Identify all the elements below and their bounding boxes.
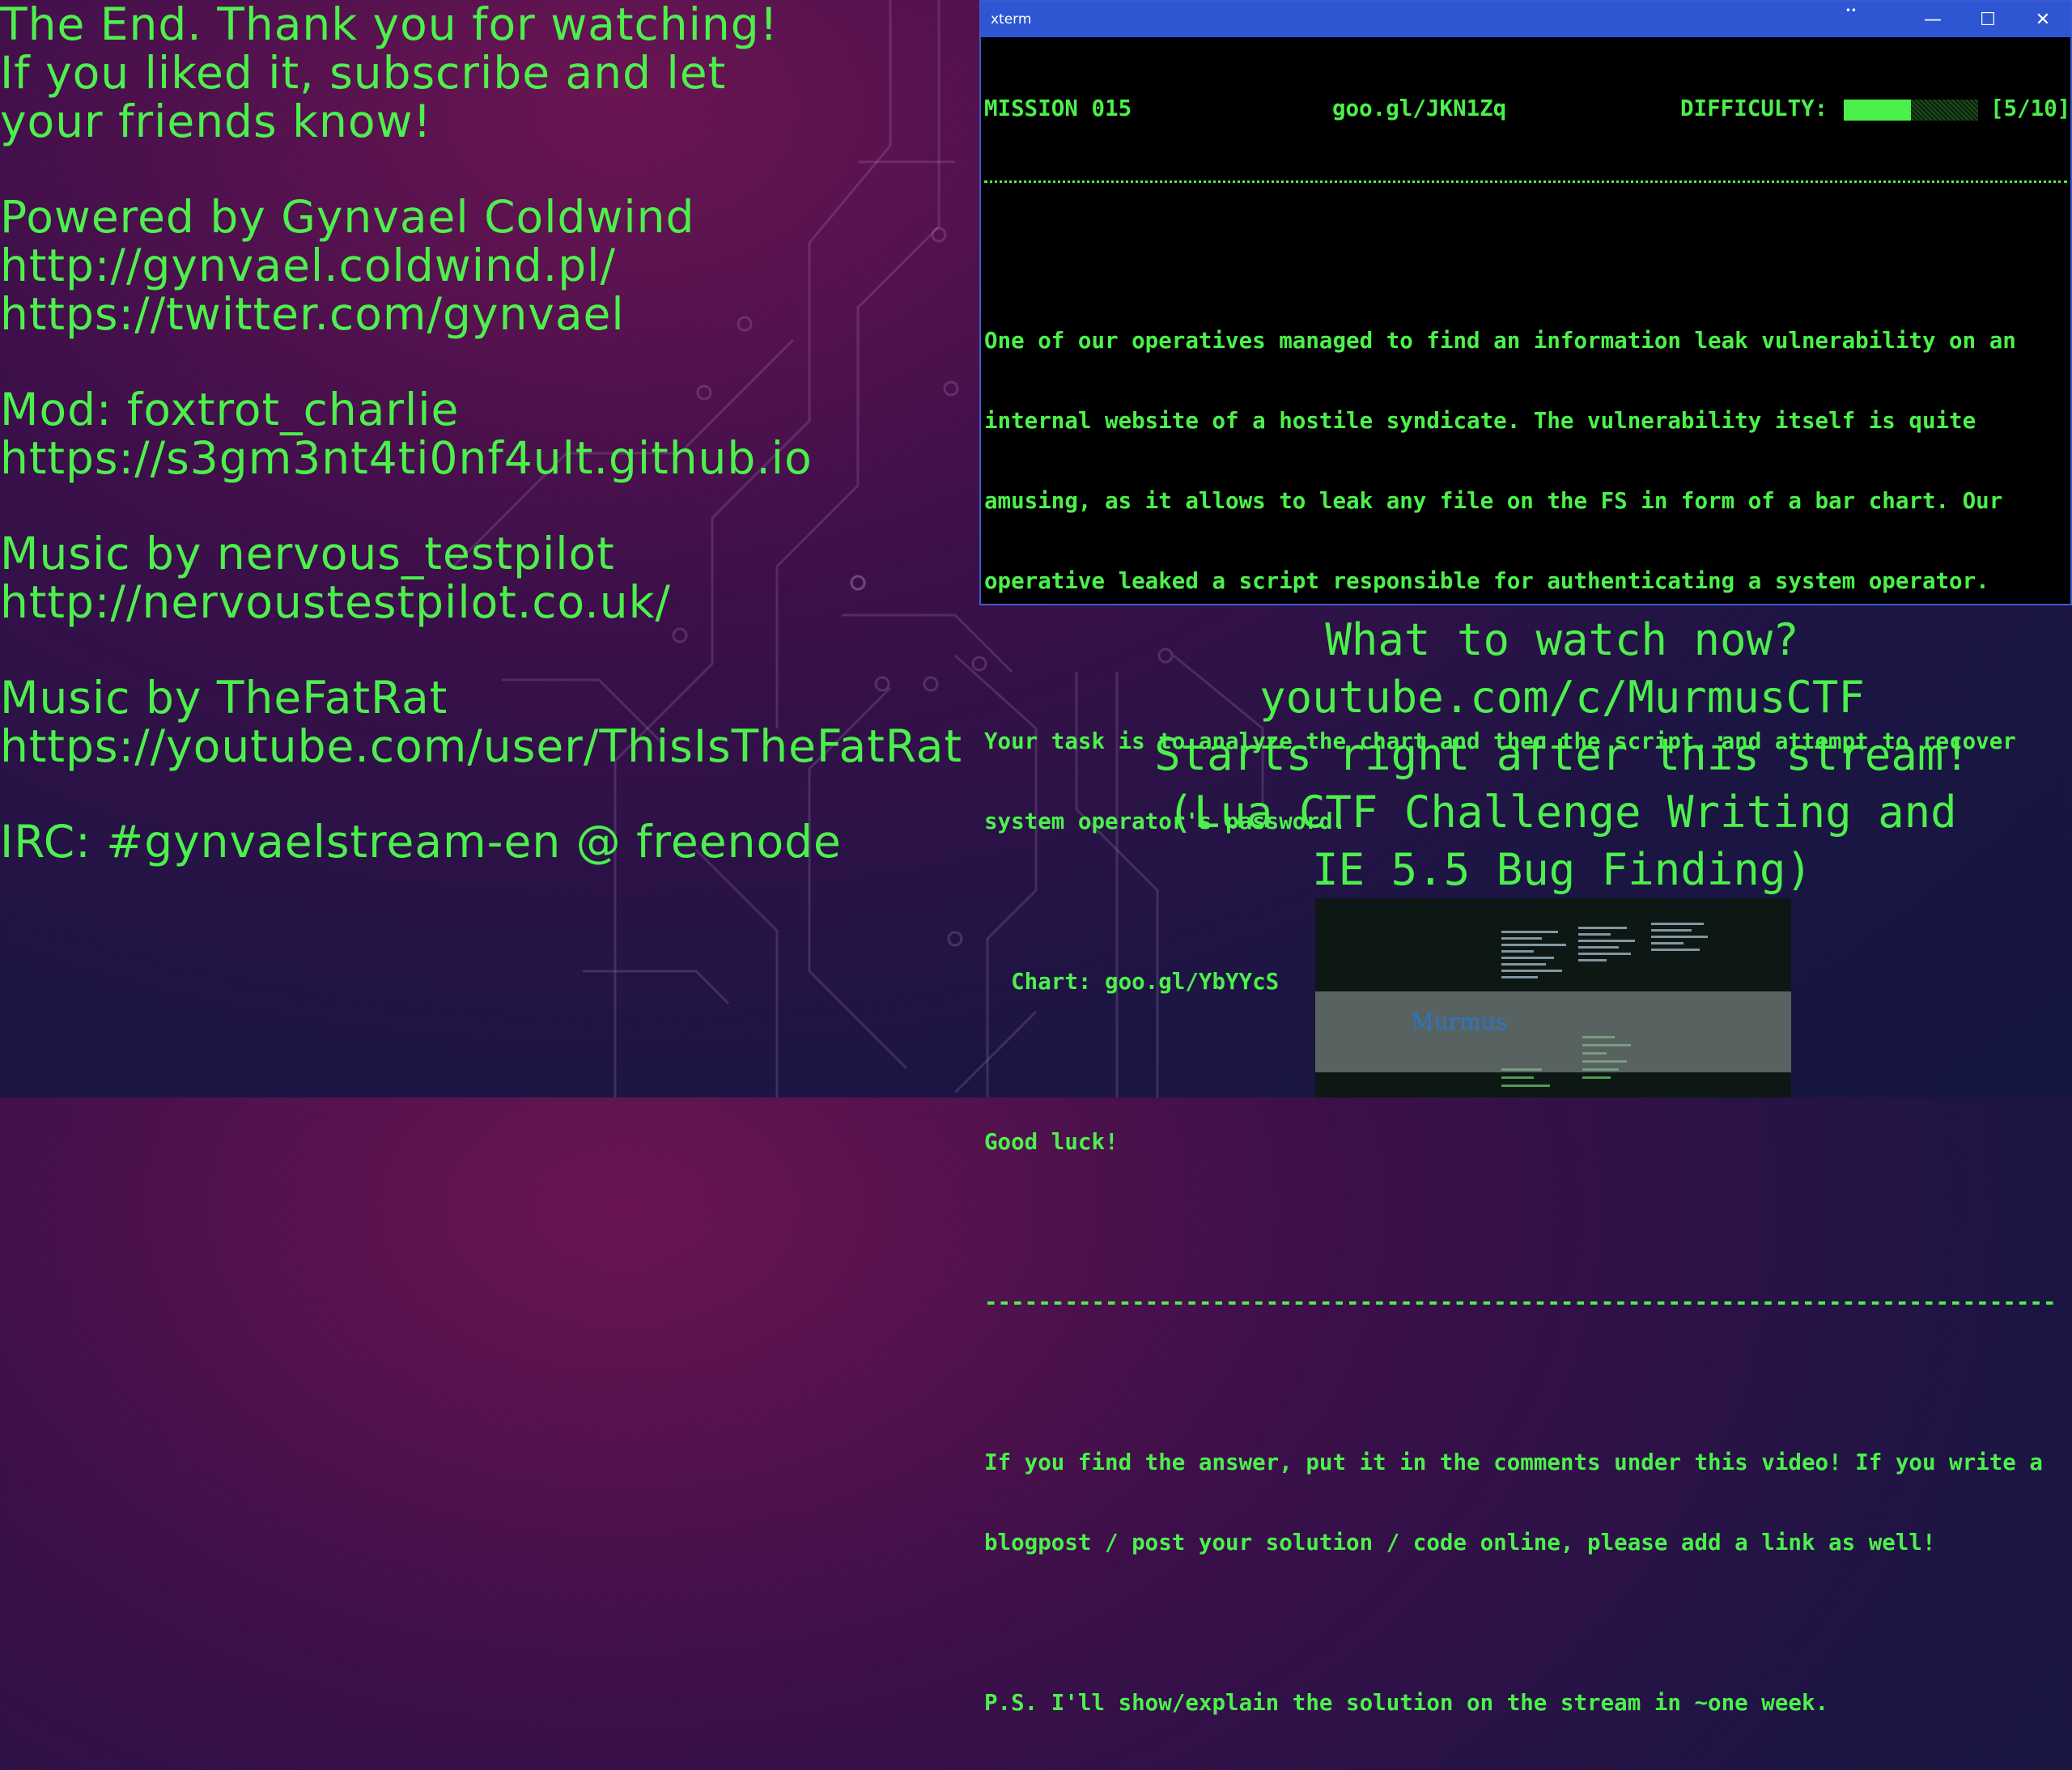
video-thumbnail[interactable]: Murmus	[1315, 898, 1791, 1097]
difficulty-value: [5/10]	[1990, 96, 2071, 121]
credits-link[interactable]: https://twitter.com/gynvael	[0, 290, 987, 338]
promo-text: What to watch now? youtube.com/c/MurmusC…	[1117, 611, 2007, 898]
maximize-button[interactable]: ☐	[1960, 2, 2015, 37]
credits-link[interactable]: https://s3gm3nt4ti0nf4ult.github.io	[0, 434, 987, 482]
credits-link[interactable]: http://nervoustestpilot.co.uk/	[0, 578, 987, 626]
body-line: amusing, as it allows to leak any file o…	[984, 488, 2003, 514]
promo-link[interactable]: youtube.com/c/MurmusCTF	[1117, 669, 2007, 726]
promo-line: IE 5.5 Bug Finding)	[1312, 844, 1812, 895]
credits-link[interactable]: http://gynvael.coldwind.pl/	[0, 241, 987, 290]
difficulty-bar	[1844, 100, 1978, 121]
window-titlebar[interactable]: xterm •• — ☐ ✕	[981, 2, 2070, 37]
credits-line: Music by TheFatRat	[0, 672, 448, 724]
mission-header: MISSION 015 goo.gl/JKN1Zq DIFFICULTY: [5…	[984, 96, 2071, 122]
footer-line	[984, 1369, 2067, 1396]
drag-handle-icon: ••	[1845, 5, 1857, 16]
credits-line: The End. Thank you for watching!	[0, 0, 779, 50]
body-line	[984, 1209, 2067, 1236]
close-button[interactable]: ✕	[2015, 2, 2070, 37]
footer-line: P.S. I'll show/explain the solution on t…	[984, 1690, 1829, 1716]
footer-line: If you find the answer, put it in the co…	[984, 1450, 2043, 1475]
section-separator: ----------------------------------------…	[984, 1289, 2057, 1315]
window-title: xterm	[991, 11, 1032, 28]
body-line: Good luck!	[984, 1129, 1119, 1155]
promo-line: (Lua CTF Challenge Writing and	[1167, 787, 1957, 838]
credits-line: IRC: #gynvaelstream-en @ freenode	[0, 816, 842, 868]
credits-line: Music by nervous_testpilot	[0, 528, 615, 579]
mission-number: MISSION 015	[984, 96, 1132, 121]
credits-line: Mod: foxtrot_charlie	[0, 384, 460, 435]
body-line: operative leaked a script responsible fo…	[984, 568, 1989, 594]
credits-link[interactable]: https://youtube.com/user/ThisIsTheFatRat	[0, 722, 987, 770]
thumbnail-title: Murmus	[1411, 1008, 1508, 1035]
difficulty-label: DIFFICULTY:	[1680, 96, 1828, 121]
minimize-button[interactable]: —	[1905, 2, 1960, 37]
credits-line: your friends know!	[0, 96, 432, 147]
thumbnail-banner	[1315, 991, 1791, 1072]
footer-line: blogpost / post your solution / code onl…	[984, 1530, 1936, 1556]
promo-line: What to watch now?	[1325, 614, 1799, 665]
difficulty-bar-fill	[1844, 100, 1911, 121]
credits-line: If you liked it, subscribe and let	[0, 47, 727, 99]
credits-line: Powered by Gynvael Coldwind	[0, 191, 695, 243]
mission-url: goo.gl/JKN1Zq	[1332, 96, 1507, 121]
header-divider	[984, 180, 2067, 186]
footer-line	[984, 1610, 2067, 1636]
promo-line: Starts right after this stream!	[1154, 729, 1970, 780]
body-line: One of our operatives managed to find an…	[984, 328, 2016, 354]
xterm-window[interactable]: xterm •• — ☐ ✕ MISSION 015 goo.gl/JKN1Zq…	[979, 0, 2072, 1716]
body-line: internal website of a hostile syndicate.…	[984, 408, 1976, 434]
credits-text: The End. Thank you for watching! If you …	[0, 0, 987, 866]
